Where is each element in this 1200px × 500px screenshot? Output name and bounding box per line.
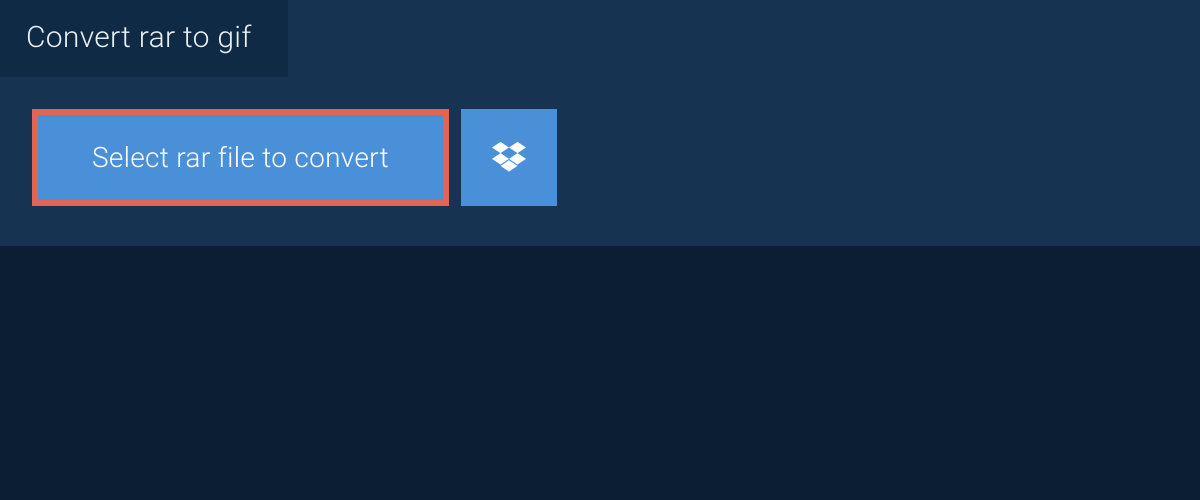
converter-panel: Convert rar to gif Select rar file to co… [0,0,1200,246]
tab-title: Convert rar to gif [26,20,252,55]
select-file-label: Select rar file to convert [92,141,389,174]
dropbox-button[interactable] [461,109,557,206]
select-file-button[interactable]: Select rar file to convert [32,109,449,206]
dropbox-icon [492,139,526,177]
conversion-tab[interactable]: Convert rar to gif [0,0,288,77]
file-select-row: Select rar file to convert [0,77,1200,206]
